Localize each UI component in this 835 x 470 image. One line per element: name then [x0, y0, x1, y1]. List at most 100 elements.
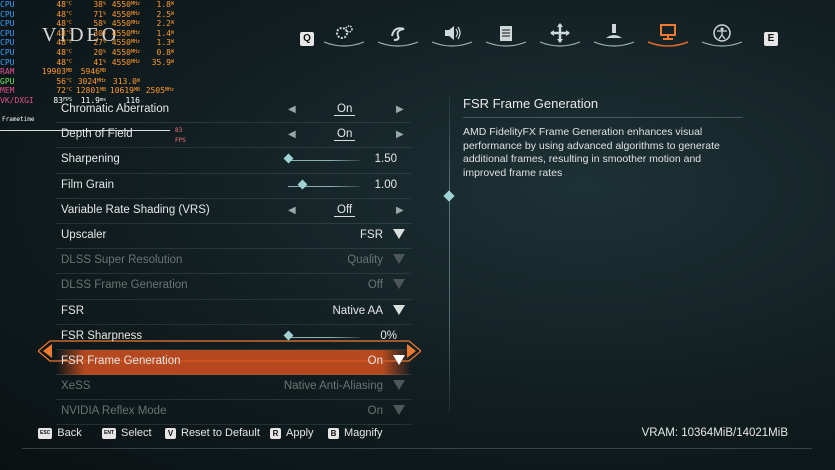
- setting-row-depth-of-field[interactable]: Depth of Field ◀ On ▶: [56, 123, 411, 149]
- overlay-unit: MHz: [130, 1, 140, 7]
- toggle-value: On: [334, 128, 356, 142]
- setting-row-fsr[interactable]: FSR Native AA: [56, 300, 411, 325]
- select-button[interactable]: ENT Select: [102, 427, 152, 439]
- tab-controls[interactable]: [376, 20, 420, 48]
- tab-character[interactable]: [592, 20, 636, 48]
- slider-track[interactable]: [288, 160, 360, 162]
- toggle-value: On: [334, 103, 356, 116]
- prev-tab-key[interactable]: Q: [300, 32, 314, 46]
- slider-knob[interactable]: [297, 179, 308, 190]
- dropdown-arrow-icon[interactable]: [393, 304, 405, 315]
- setting-row-sharpening[interactable]: Sharpening 1.50: [56, 148, 411, 174]
- overlay-label: CPU: [0, 57, 15, 67]
- setting-label: Upscaler: [61, 228, 107, 241]
- overlay-row: CPU 48°C 71% 4550MHz 2.5W: [0, 10, 174, 20]
- apply-button[interactable]: R Apply: [270, 427, 314, 439]
- back-label: Back: [57, 427, 82, 439]
- arrow-left-icon[interactable]: ◀: [288, 205, 296, 216]
- performance-overlay: CPU 48°C 38% 4550MHz 1.8W CPU 48°C 71% 4550MHz 2.…: [0, 0, 186, 144]
- overlay-unit: MHz: [164, 87, 174, 94]
- overlay-row: CPU 48°C 41% 4550MHz 35.9W: [0, 58, 174, 68]
- overlay-number: 30: [93, 28, 103, 38]
- gameplay-gears-icon: [336, 25, 353, 39]
- overlay-number: 12801: [75, 86, 100, 96]
- arrow-right-icon[interactable]: ▶: [396, 104, 404, 115]
- setting-label: XeSS: [61, 380, 91, 393]
- setting-row-dlss-super-resolution[interactable]: DLSS Super Resolution Quality: [56, 249, 411, 275]
- tab-controls-mapping[interactable]: [538, 20, 582, 48]
- overlay-number: 48: [56, 38, 66, 48]
- overlay-unit: MHz: [130, 20, 140, 27]
- panel-divider: [449, 95, 450, 413]
- reset-to-default-button[interactable]: V Reset to Default: [165, 427, 260, 439]
- swirl-icon: [391, 27, 405, 41]
- setting-row-dlss-frame-generation[interactable]: DLSS Frame Generation Off: [56, 274, 411, 300]
- overlay-number: 4550: [111, 47, 131, 57]
- overlay-number: 4550: [111, 28, 131, 38]
- next-tab-key[interactable]: E: [764, 32, 778, 46]
- setting-row-nvidia-reflex-mode[interactable]: NVIDIA Reflex Mode On: [56, 400, 411, 426]
- setting-value: Off: [334, 203, 356, 217]
- accessibility-icon: [713, 24, 731, 42]
- setting-label: Film Grain: [61, 178, 115, 191]
- magnify-button[interactable]: B Magnify: [328, 427, 383, 439]
- setting-row-variable-rate-shading-vrs[interactable]: Variable Rate Shading (VRS) ◀ Off ▶: [56, 199, 411, 224]
- overlay-number: 71: [93, 9, 103, 19]
- overlay-value: 10619MB: [106, 86, 140, 96]
- tab-interface[interactable]: [484, 20, 528, 48]
- dropdown-arrow-icon[interactable]: [393, 254, 405, 265]
- overlay-label: RAM: [0, 67, 15, 77]
- overlay-value: 48°C: [38, 29, 72, 39]
- select-label: Select: [121, 427, 152, 439]
- v-key-icon: V: [165, 427, 176, 439]
- overlay-number: 20: [93, 47, 103, 57]
- overlay-number: 58: [93, 19, 103, 29]
- tab-video[interactable]: [646, 20, 690, 48]
- overlay-label: MEM: [0, 86, 15, 96]
- dropdown-arrow-icon[interactable]: [393, 228, 405, 239]
- overlay-number: 48: [56, 57, 66, 67]
- overlay-value: 4550MHz: [106, 19, 140, 29]
- setting-label: DLSS Super Resolution: [61, 254, 183, 267]
- setting-row-upscaler[interactable]: Upscaler FSR: [56, 224, 411, 250]
- dropdown-arrow-icon[interactable]: [393, 380, 405, 391]
- slider-knob[interactable]: [283, 330, 294, 341]
- scroll-position-knob[interactable]: [443, 190, 455, 202]
- overlay-number: 0.8: [156, 47, 171, 57]
- arrow-left-icon[interactable]: ◀: [288, 104, 296, 115]
- overlay-unit: FPS: [62, 96, 72, 103]
- slider-knob[interactable]: [283, 153, 294, 164]
- magnify-label: Magnify: [344, 427, 383, 439]
- dropdown-value: Native Anti-Aliasing: [283, 380, 383, 393]
- setting-row-film-grain[interactable]: Film Grain 1.00: [56, 174, 411, 199]
- dropdown-arrow-icon[interactable]: [393, 279, 405, 290]
- overlay-unit: W: [170, 20, 174, 27]
- overlay-number: 72: [56, 86, 66, 96]
- overlay-row: CPU 48°C 30% 4550MHz 1.4W: [0, 29, 174, 39]
- overlay-value: 48°C: [38, 0, 72, 10]
- description-body: AMD FidelityFX Frame Generation enhances…: [463, 126, 720, 179]
- overlay-label: CPU: [0, 19, 15, 29]
- slider-track[interactable]: [288, 336, 360, 338]
- setting-row-xess[interactable]: XeSS Native Anti-Aliasing: [56, 375, 411, 401]
- overlay-value: 4550MHz: [106, 58, 140, 68]
- reset-label: Reset to Default: [181, 427, 260, 439]
- arrow-right-icon[interactable]: ▶: [396, 129, 404, 140]
- setting-row-fsr-sharpness[interactable]: FSR Sharpness 0%: [56, 325, 411, 350]
- overlay-number: 4550: [111, 38, 131, 48]
- dropdown-arrow-icon[interactable]: [393, 354, 405, 365]
- overlay-value: 2.2W: [140, 19, 174, 29]
- back-button[interactable]: ESC Back: [38, 427, 82, 439]
- dropdown-arrow-icon[interactable]: [393, 405, 405, 416]
- tab-audio[interactable]: [430, 20, 474, 48]
- tab-gameplay[interactable]: [322, 20, 366, 48]
- overlay-number: 48: [56, 47, 66, 57]
- overlay-unit: MHz: [130, 39, 140, 46]
- description-title: FSR Frame Generation: [463, 96, 743, 118]
- setting-row-fsr-frame-generation[interactable]: FSR Frame Generation On: [56, 349, 411, 376]
- overlay-number: 48: [56, 28, 66, 38]
- tab-accessibility[interactable]: [700, 20, 744, 48]
- overlay-unit: MHz: [130, 29, 140, 36]
- arrow-right-icon[interactable]: ▶: [396, 205, 404, 216]
- arrow-left-icon[interactable]: ◀: [288, 129, 296, 140]
